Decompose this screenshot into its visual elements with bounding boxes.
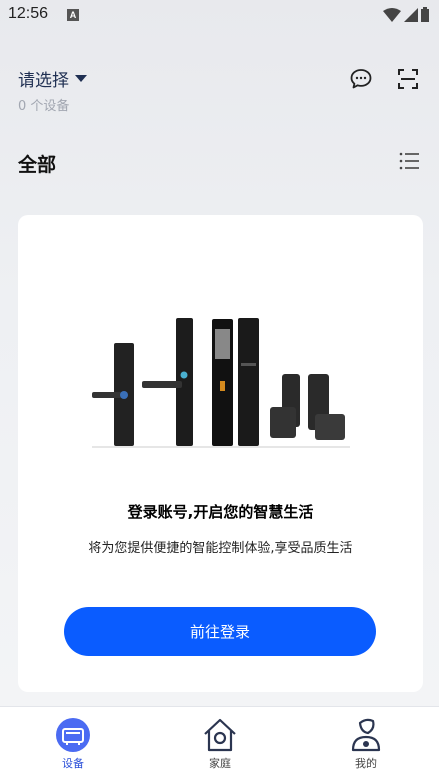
notification-a-icon: A — [67, 9, 79, 21]
home-icon — [204, 718, 236, 752]
device-count: 0 个设备 — [18, 99, 70, 114]
nav-label-home: 家庭 — [209, 757, 231, 770]
wifi-icon — [383, 7, 401, 22]
nav-label-devices: 设备 — [62, 757, 84, 770]
caret-down-icon — [75, 75, 87, 82]
card-title: 登录账号,开启您的智慧生活 — [127, 503, 314, 521]
home-selector[interactable]: 请选择 — [18, 66, 87, 91]
nav-label-mine: 我的 — [355, 757, 377, 770]
nav-item-mine[interactable]: 我的 — [326, 717, 406, 777]
profile-icon — [351, 718, 381, 752]
message-icon[interactable] — [349, 67, 373, 91]
card-subtitle: 将为您提供便捷的智能控制体验,享受品质生活 — [88, 541, 353, 556]
list-view-icon[interactable] — [399, 152, 419, 170]
bottom-nav: 设备 家庭 我的 — [0, 706, 439, 782]
home-selector-label: 请选择 — [18, 71, 69, 91]
scan-icon[interactable] — [396, 67, 420, 91]
login-button[interactable]: 前往登录 — [64, 607, 376, 656]
signal-icon — [404, 7, 418, 22]
device-icon — [56, 718, 90, 752]
battery-icon — [421, 7, 429, 22]
login-prompt-card: 登录账号,开启您的智慧生活 将为您提供便捷的智能控制体验,享受品质生活 前往登录 — [18, 215, 423, 692]
status-time: 12:56 — [8, 5, 49, 22]
smart-lock-illustration — [92, 318, 350, 448]
status-icons — [383, 7, 429, 22]
nav-item-devices[interactable]: 设备 — [33, 717, 113, 777]
section-title: 全部 — [18, 154, 57, 176]
status-bar: 12:56 A — [0, 0, 439, 30]
nav-item-home[interactable]: 家庭 — [180, 717, 260, 777]
